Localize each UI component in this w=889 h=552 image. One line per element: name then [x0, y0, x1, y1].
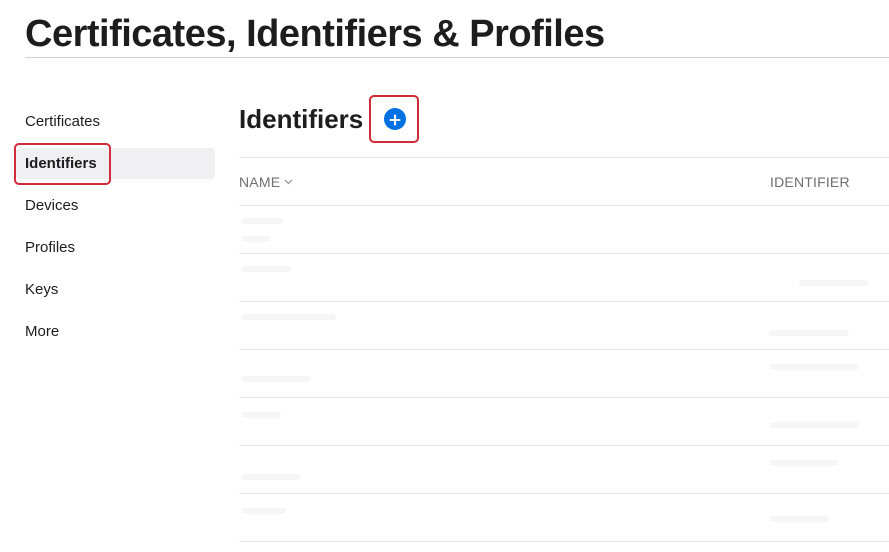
- table-top-divider: [239, 157, 889, 158]
- identifier-cell-blurred: [769, 460, 839, 466]
- sidebar-item-label: Certificates: [25, 113, 101, 130]
- column-header-identifier[interactable]: IDENTIFIER: [770, 174, 850, 190]
- table-row-divider: [239, 541, 889, 542]
- column-header-name[interactable]: NAME: [239, 174, 293, 190]
- column-header-identifier-label: IDENTIFIER: [770, 174, 850, 190]
- sidebar-item-identifiers[interactable]: Identifiers: [16, 148, 215, 179]
- add-identifier-button[interactable]: [384, 108, 406, 130]
- table-row[interactable]: [239, 302, 889, 350]
- name-cell-blurred: [241, 236, 271, 242]
- sidebar-item-profiles[interactable]: Profiles: [16, 232, 215, 263]
- sidebar-item-label: Keys: [25, 281, 59, 298]
- sidebar-item-more[interactable]: More: [16, 316, 215, 347]
- name-cell-blurred: [241, 314, 336, 320]
- plus-icon-glyph: [389, 114, 401, 126]
- name-cell-blurred: [241, 412, 281, 418]
- sidebar-item-devices[interactable]: Devices: [16, 190, 215, 221]
- sidebar-item-label: Identifiers: [25, 155, 97, 172]
- identifier-cell-blurred: [769, 330, 849, 336]
- identifier-cell-blurred: [769, 516, 829, 522]
- name-cell-blurred: [241, 474, 301, 480]
- name-cell-blurred: [241, 376, 311, 382]
- table-row[interactable]: [239, 350, 889, 398]
- identifier-cell-blurred: [769, 422, 859, 428]
- table-row[interactable]: [239, 494, 889, 542]
- table-row[interactable]: [239, 446, 889, 494]
- table-row[interactable]: [239, 206, 889, 254]
- sidebar-item-label: Profiles: [25, 239, 76, 256]
- sidebar-item-label: More: [25, 323, 60, 340]
- chevron-down-icon: [284, 179, 293, 185]
- page-title: Certificates, Identifiers & Profiles: [25, 13, 605, 55]
- identifier-cell-blurred: [769, 364, 859, 370]
- plus-icon: [389, 113, 401, 126]
- name-cell-blurred: [241, 508, 286, 514]
- table-row[interactable]: [239, 398, 889, 446]
- name-cell-blurred: [241, 266, 291, 272]
- column-header-name-label: NAME: [239, 174, 281, 190]
- sidebar-item-certificates[interactable]: Certificates: [16, 106, 215, 137]
- section-title: Identifiers: [239, 104, 364, 134]
- sidebar-item-keys[interactable]: Keys: [16, 274, 215, 305]
- title-divider: [25, 57, 889, 58]
- sidebar-item-label: Devices: [25, 197, 79, 214]
- name-cell-blurred: [241, 218, 283, 224]
- table-row[interactable]: [239, 254, 889, 302]
- identifier-cell-blurred: [799, 280, 869, 286]
